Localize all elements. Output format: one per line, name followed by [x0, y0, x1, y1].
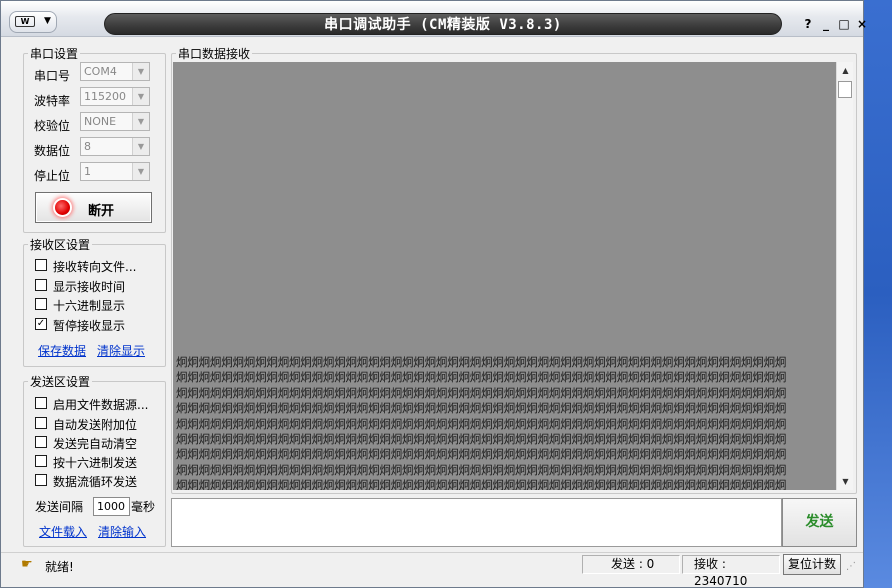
chevron-down-icon: ▼: [44, 16, 51, 26]
app-logo-icon: W: [15, 16, 35, 27]
pause-receive-checkbox[interactable]: ✓: [35, 318, 47, 330]
pause-receive-label: 暂停接收显示: [53, 319, 126, 333]
receive-to-file-checkbox[interactable]: [35, 259, 47, 271]
send-settings-legend: 发送区设置: [30, 375, 91, 389]
chevron-down-icon[interactable]: ▼: [132, 88, 149, 105]
receive-content: 炯炯炯炯炯炯炯炯炯炯炯炯炯炯炯炯炯炯炯炯炯炯炯炯炯炯炯炯炯炯炯炯炯炯炯炯炯炯炯炯…: [176, 355, 787, 490]
minimize-button[interactable]: _: [819, 17, 833, 31]
sent-count: 发送 : 0: [582, 555, 680, 574]
file-source-checkbox[interactable]: [35, 397, 47, 409]
baud-select[interactable]: 115200 ▼: [80, 87, 150, 106]
baud-value: 115200: [84, 90, 126, 103]
status-bar: ☛ 就绪! 发送 : 0 接收 : 2340710: [1, 552, 863, 588]
port-label: 串口号: [34, 69, 71, 83]
send-button[interactable]: 发送: [782, 498, 857, 547]
maximize-button[interactable]: □: [837, 17, 851, 31]
receive-scrollbar[interactable]: ▲ ▼: [836, 62, 853, 490]
chevron-down-icon[interactable]: ▼: [132, 63, 149, 80]
databits-value: 8: [84, 140, 91, 153]
receive-legend: 串口数据接收: [178, 47, 251, 61]
status-ready: 就绪!: [45, 560, 74, 574]
show-receive-time-checkbox[interactable]: [35, 279, 47, 291]
window-controls: ? _ □ ×: [801, 17, 869, 33]
window-title: 串口调试助手 (CM精装版 V3.8.3): [324, 17, 562, 33]
send-input[interactable]: [171, 498, 782, 547]
hex-display-checkbox[interactable]: [35, 298, 47, 310]
interval-label: 发送间隔: [35, 500, 84, 514]
loop-send-checkbox[interactable]: [35, 474, 47, 486]
receive-textarea[interactable]: 炯炯炯炯炯炯炯炯炯炯炯炯炯炯炯炯炯炯炯炯炯炯炯炯炯炯炯炯炯炯炯炯炯炯炯炯炯炯炯炯…: [173, 62, 836, 490]
chevron-down-icon[interactable]: ▼: [132, 113, 149, 130]
save-data-link[interactable]: 保存数据: [38, 342, 86, 359]
interval-unit: 毫秒: [131, 500, 156, 514]
help-button[interactable]: ?: [801, 17, 815, 31]
stopbits-value: 1: [84, 165, 91, 178]
loop-send-label: 数据流循环发送: [53, 475, 138, 489]
clear-input-link[interactable]: 清除输入: [98, 523, 146, 540]
hex-send-checkbox[interactable]: [35, 455, 47, 467]
scroll-down-icon[interactable]: ▼: [837, 473, 854, 490]
reset-count-button[interactable]: 复位计数: [783, 554, 841, 575]
close-button[interactable]: ×: [855, 17, 869, 31]
databits-label: 数据位: [34, 144, 71, 158]
auto-clear-label: 发送完自动清空: [53, 437, 138, 451]
load-file-link[interactable]: 文件载入: [39, 523, 87, 540]
chevron-down-icon[interactable]: ▼: [132, 163, 149, 180]
serial-settings-legend: 串口设置: [30, 47, 79, 61]
hex-display-label: 十六进制显示: [53, 299, 126, 313]
auto-append-checkbox[interactable]: [35, 417, 47, 429]
clear-display-link[interactable]: 清除显示: [97, 342, 145, 359]
resize-grip-icon[interactable]: ⋰: [846, 561, 860, 575]
desktop-background: [862, 0, 892, 588]
auto-append-label: 自动发送附加位: [53, 418, 138, 432]
disconnect-button[interactable]: 断开: [35, 192, 152, 223]
parity-value: NONE: [84, 115, 117, 128]
hex-send-label: 按十六进制发送: [53, 456, 138, 470]
parity-select[interactable]: NONE ▼: [80, 112, 150, 131]
stopbits-label: 停止位: [34, 169, 71, 183]
hand-pointer-icon: ☛: [21, 557, 33, 572]
stopbits-select[interactable]: 1 ▼: [80, 162, 150, 181]
app-window: W ▼ 串口调试助手 (CM精装版 V3.8.3) ? _ □ × 串口设置 串…: [0, 0, 867, 588]
scroll-up-icon[interactable]: ▲: [837, 62, 854, 79]
port-select[interactable]: COM4 ▼: [80, 62, 150, 81]
receive-to-file-label: 接收转向文件...: [53, 260, 137, 274]
interval-input[interactable]: 1000: [93, 497, 130, 516]
receive-settings-legend: 接收区设置: [30, 238, 91, 252]
system-menu-button[interactable]: W ▼: [9, 11, 57, 33]
show-receive-time-label: 显示接收时间: [53, 280, 126, 294]
disconnect-button-label: 断开: [88, 204, 115, 219]
parity-label: 校验位: [34, 119, 71, 133]
received-count: 接收 : 2340710: [682, 555, 780, 588]
scroll-thumb[interactable]: [838, 81, 852, 98]
chevron-down-icon[interactable]: ▼: [132, 138, 149, 155]
file-source-label: 启用文件数据源...: [53, 398, 149, 412]
port-value: COM4: [84, 65, 117, 78]
status-led-icon: [55, 200, 70, 215]
auto-clear-checkbox[interactable]: [35, 436, 47, 448]
title-bar[interactable]: W ▼ 串口调试助手 (CM精装版 V3.8.3) ? _ □ ×: [1, 1, 867, 37]
baud-label: 波特率: [34, 94, 71, 108]
databits-select[interactable]: 8 ▼: [80, 137, 150, 156]
